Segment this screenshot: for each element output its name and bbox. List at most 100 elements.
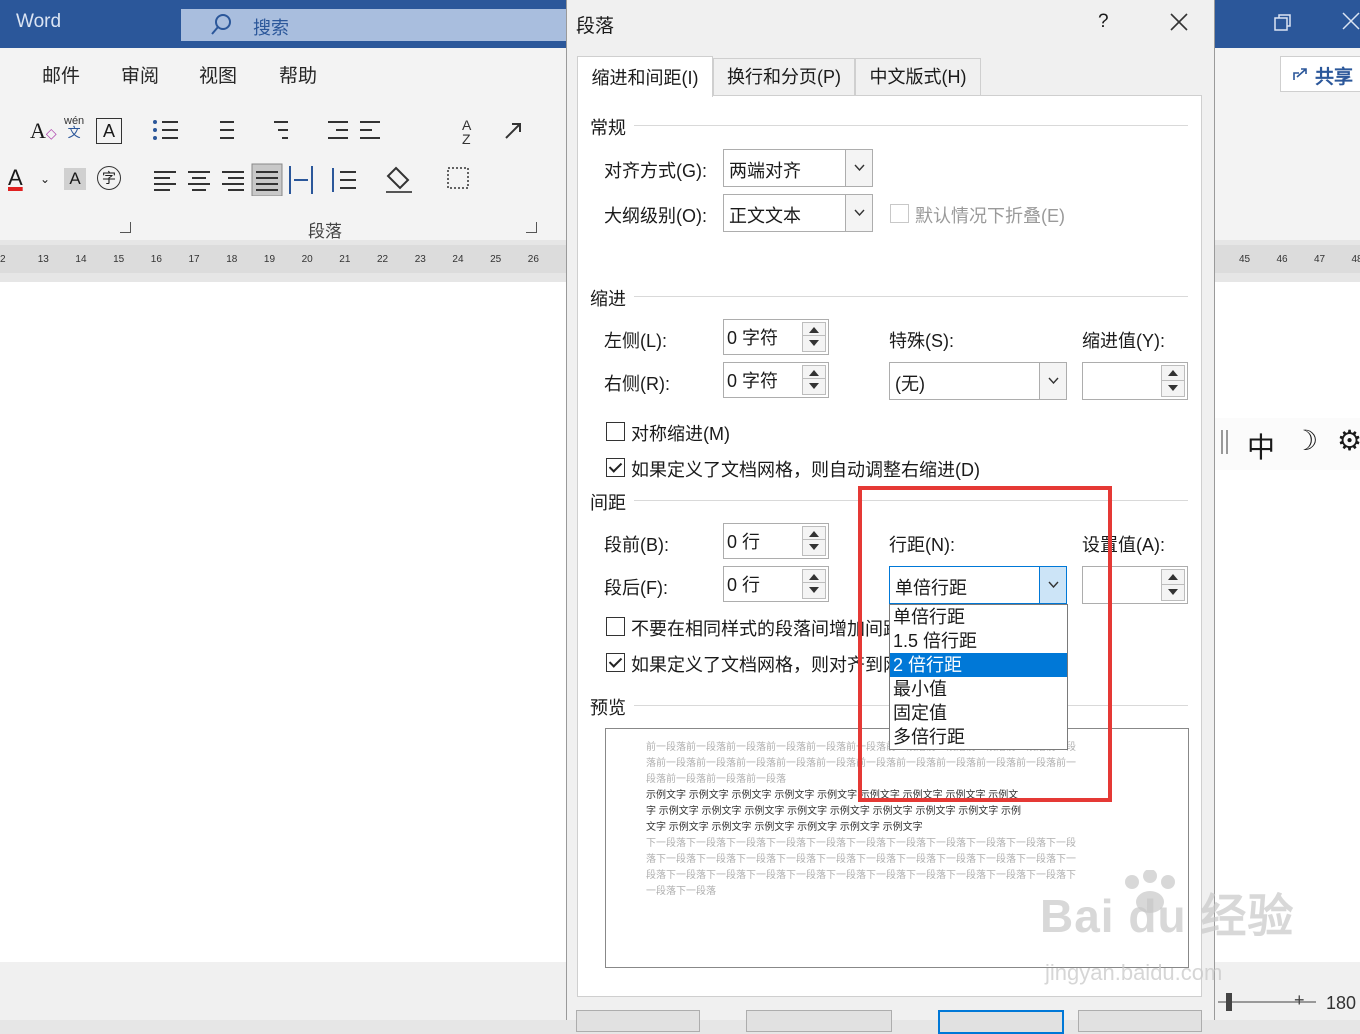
share-button[interactable]: 共享: [1280, 56, 1360, 92]
alignment-label: 对齐方式(G):: [604, 157, 707, 183]
preview-sample-line: 文字 示例文字 示例文字 示例文字 示例文字 示例文字 示例文字: [646, 820, 1136, 836]
tab-line-page-breaks[interactable]: 换行和分页(P): [713, 58, 855, 95]
tab-indents-spacing[interactable]: 缩进和间距(I): [577, 56, 713, 97]
ruler-number: 22: [377, 254, 388, 265]
font-color-icon[interactable]: A: [8, 165, 23, 191]
tab-mailings[interactable]: 邮件: [42, 61, 80, 88]
outline-level-label: 大纲级别(O):: [604, 202, 707, 228]
ruler-number: 14: [75, 254, 86, 265]
spin-down-icon[interactable]: [1161, 380, 1185, 397]
spin-down-icon[interactable]: [1161, 584, 1185, 601]
tab-help[interactable]: 帮助: [279, 61, 317, 88]
restore-window-icon[interactable]: [1272, 12, 1294, 34]
mirror-indents-label: 对称缩进(M): [631, 420, 730, 446]
indent-left-spinner[interactable]: 0 字符: [723, 319, 829, 355]
character-border-icon[interactable]: A: [96, 118, 122, 144]
indent-right-spinner[interactable]: 0 字符: [723, 362, 829, 398]
ime-handle[interactable]: [1221, 430, 1228, 454]
preview-sample-line: 字 示例文字 示例文字 示例文字 示例文字 示例文字 示例文字 示例文字 示例文…: [646, 804, 1136, 820]
cancel-button[interactable]: [1078, 1010, 1202, 1032]
ruler-number: 45: [1239, 254, 1250, 265]
ruler-number: 13: [38, 254, 49, 265]
paragraph-dialog-launcher-icon[interactable]: [526, 222, 537, 233]
tab-review[interactable]: 审阅: [121, 61, 159, 88]
zoom-level[interactable]: 180: [1326, 993, 1356, 1014]
space-after-spinner[interactable]: 0 行: [723, 566, 829, 602]
outline-level-select[interactable]: 正文文本: [723, 194, 873, 232]
collapse-checkbox[interactable]: [890, 204, 909, 223]
snap-to-grid-checkbox[interactable]: [606, 653, 625, 672]
mirror-indents-checkbox[interactable]: [606, 422, 625, 441]
document-page[interactable]: [0, 282, 566, 962]
divider: [634, 296, 1188, 297]
zoom-in-icon[interactable]: +: [1294, 990, 1305, 1011]
ruler-number: 24: [452, 254, 463, 265]
ruler-number: 46: [1277, 254, 1288, 265]
ruler-number: 2: [0, 254, 6, 265]
gear-icon[interactable]: ⚙: [1337, 424, 1360, 457]
space-after-label: 段后(F):: [604, 574, 668, 600]
tab-asian-typography[interactable]: 中文版式(H): [855, 58, 981, 95]
font-color-dropdown-icon[interactable]: ⌄: [40, 172, 50, 186]
ruler-number: 20: [302, 254, 313, 265]
spin-down-icon[interactable]: [802, 335, 826, 352]
bullets-icon: [153, 120, 178, 140]
no-space-same-style-checkbox[interactable]: [606, 617, 625, 636]
ime-chinese-mode[interactable]: 中: [1247, 426, 1275, 466]
align-left-icon: [154, 172, 176, 190]
space-before-spinner[interactable]: 0 行: [723, 523, 829, 559]
section-preview: 预览: [590, 694, 626, 720]
dialog-title: 段落: [576, 11, 614, 38]
app-name: Word: [16, 11, 61, 33]
indent-by-label: 缩进值(Y):: [1082, 327, 1165, 353]
share-label: 共享: [1315, 62, 1353, 89]
paragraph-group-label: 段落: [308, 217, 342, 242]
indent-left-value: 0 字符: [727, 324, 778, 350]
ruler-numbers-left: 213141516171819202122232425262: [0, 245, 566, 273]
search-box[interactable]: 搜索: [181, 9, 571, 41]
preview-next-line: 下一段落下一段落下一段落下一段落下一段落下一段落下一段落下一段落下一段落下一段落…: [646, 836, 1136, 852]
dialog-close-icon[interactable]: [1168, 11, 1190, 33]
moon-icon[interactable]: ☽: [1293, 424, 1318, 457]
section-spacing: 间距: [590, 489, 626, 515]
alignment-value: 两端对齐: [729, 157, 801, 183]
set-default-button[interactable]: [746, 1010, 892, 1032]
auto-adjust-indent-checkbox[interactable]: [606, 458, 625, 477]
shading-icon: [386, 168, 412, 192]
clear-formatting-icon[interactable]: A◇: [30, 118, 57, 144]
sort-icon: AZ: [462, 117, 472, 147]
phonetic-guide-icon[interactable]: wén文: [64, 116, 84, 140]
share-icon: [1291, 65, 1309, 83]
zoom-slider-thumb[interactable]: [1226, 993, 1232, 1011]
section-general: 常规: [590, 114, 626, 140]
ok-button[interactable]: [938, 1010, 1064, 1034]
ruler-number: 26: [528, 254, 539, 265]
no-space-same-style-label: 不要在相同样式的段落间增加间距: [631, 615, 889, 641]
ruler-number: 17: [189, 254, 200, 265]
special-indent-select[interactable]: (无): [889, 362, 1067, 400]
ruler-number: 18: [226, 254, 237, 265]
character-shading-icon[interactable]: A: [64, 168, 86, 190]
font-dialog-launcher-icon[interactable]: [120, 222, 131, 233]
ruler-number: 16: [151, 254, 162, 265]
spin-down-icon[interactable]: [802, 539, 826, 556]
annotation-highlight-box: [858, 486, 1112, 802]
document-page-right[interactable]: [1213, 282, 1360, 962]
tabs-button[interactable]: [576, 1010, 700, 1032]
help-button[interactable]: ?: [1098, 11, 1109, 33]
show-marks-icon: [506, 124, 520, 138]
indent-right-value: 0 字符: [727, 367, 778, 393]
tab-view[interactable]: 视图: [199, 61, 237, 88]
close-window-icon[interactable]: [1340, 10, 1360, 32]
space-after-value: 0 行: [727, 571, 760, 597]
spin-down-icon[interactable]: [802, 582, 826, 599]
ruler-number: 47: [1314, 254, 1325, 265]
enclosed-character-icon[interactable]: 字: [97, 166, 121, 190]
chevron-down-icon: [845, 195, 872, 231]
chevron-down-icon: [1039, 363, 1066, 399]
line-spacing-icon: [333, 168, 356, 192]
indent-by-spinner[interactable]: [1082, 362, 1188, 400]
alignment-select[interactable]: 两端对齐: [723, 149, 873, 187]
spin-down-icon[interactable]: [802, 378, 826, 395]
divider: [634, 125, 1188, 126]
